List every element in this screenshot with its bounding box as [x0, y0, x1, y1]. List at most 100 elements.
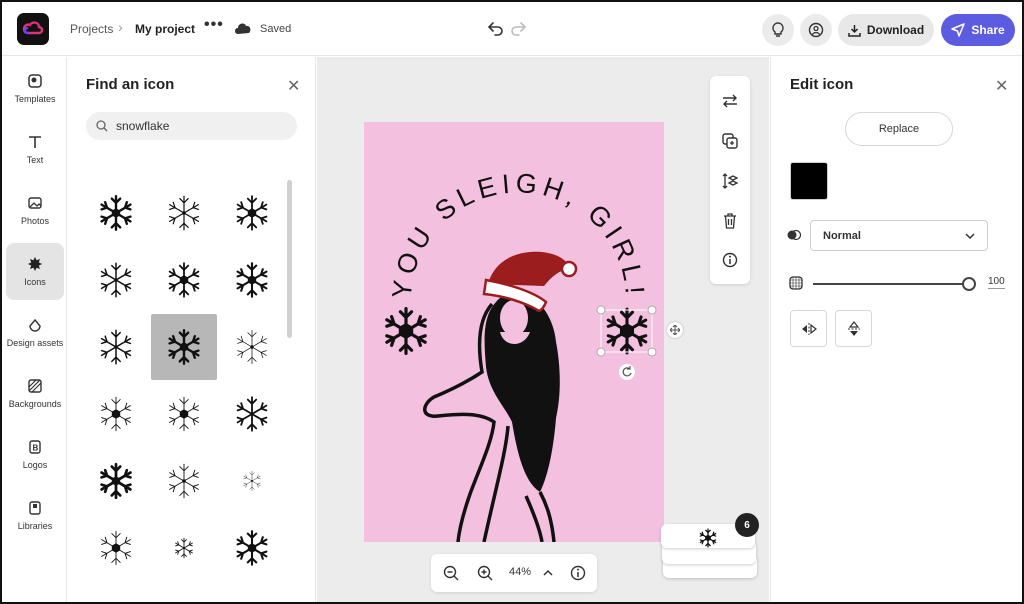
logos-icon: B	[29, 440, 41, 454]
snowflake-result-icon[interactable]	[83, 515, 149, 581]
snowflake-result-icon[interactable]	[219, 314, 285, 380]
lightbulb-button[interactable]	[762, 14, 794, 46]
snowflake-result-icon[interactable]	[219, 247, 285, 313]
opacity-icon	[789, 276, 803, 290]
flip-vertical-button[interactable]	[835, 310, 872, 347]
rail-item-photos[interactable]: Photos	[6, 182, 64, 239]
download-label: Download	[866, 23, 925, 37]
delete-button[interactable]	[720, 211, 740, 231]
arrange-layers-icon	[722, 173, 738, 189]
rail-label: Text	[26, 155, 44, 165]
resize-handle[interactable]	[596, 305, 606, 315]
lightbulb-icon	[772, 22, 784, 37]
send-icon	[951, 23, 966, 37]
resize-handle[interactable]	[647, 347, 657, 357]
rail-item-logos[interactable]: B Logos	[6, 426, 64, 483]
info-icon	[570, 565, 586, 581]
zoom-level[interactable]: 44%	[509, 566, 531, 578]
search-input[interactable]: snowflake	[116, 119, 169, 133]
edit-icon-panel: Edit icon ✕ Replace Normal 100	[770, 57, 1022, 602]
snowflake-result-icon[interactable]	[219, 448, 285, 514]
panel-title: Edit icon	[790, 76, 854, 93]
zoom-in-button[interactable]	[476, 564, 494, 582]
rail-label: Logos	[22, 460, 48, 470]
download-button[interactable]: Download	[838, 14, 934, 46]
snowflake-result-icon[interactable]	[83, 381, 149, 447]
chevron-down-icon	[965, 232, 975, 239]
opacity-slider-thumb[interactable]	[962, 277, 976, 291]
snowflake-result-icon[interactable]	[219, 180, 285, 246]
zoom-in-icon	[477, 565, 493, 581]
zoom-out-icon	[443, 565, 459, 581]
flip-horizontal-button[interactable]	[790, 310, 827, 347]
zoom-info-button[interactable]	[569, 564, 587, 582]
chevron-right-icon: ›	[118, 19, 123, 35]
libraries-icon	[29, 501, 41, 515]
snowflake-result-icon[interactable]	[219, 515, 285, 581]
snowflake-result-icon[interactable]	[83, 448, 149, 514]
snowflake-result-icon[interactable]	[83, 247, 149, 313]
rail-item-templates[interactable]: Templates	[6, 60, 64, 117]
close-icon[interactable]: ✕	[995, 76, 1008, 96]
rail-label: Libraries	[17, 521, 53, 531]
snowflake-result-icon[interactable]	[151, 515, 217, 581]
panel-title: Find an icon	[86, 76, 175, 93]
duplicate-button[interactable]	[720, 131, 740, 151]
snowflake-result-icon[interactable]	[151, 314, 217, 380]
creative-cloud-logo[interactable]	[17, 13, 49, 45]
blend-mode-select[interactable]: Normal	[810, 220, 988, 251]
opacity-value[interactable]: 100	[988, 276, 1005, 289]
snowflake-result-icon[interactable]	[83, 180, 149, 246]
swap-button[interactable]	[720, 91, 740, 111]
resize-handle[interactable]	[596, 347, 606, 357]
artboard[interactable]: YOU SLEIGH, GIRL!	[364, 122, 664, 542]
breadcrumb-projects[interactable]: Projects	[70, 22, 113, 36]
rail-item-libraries[interactable]: Libraries	[6, 487, 64, 544]
zoom-out-button[interactable]	[442, 564, 460, 582]
snowflake-result-icon[interactable]	[151, 448, 217, 514]
search-field[interactable]: snowflake	[86, 112, 297, 140]
rail-label: Icons	[24, 277, 46, 287]
page-count-badge: 6	[735, 513, 759, 537]
app-window: Projects › My project ••• Saved Download…	[0, 0, 1024, 604]
duplicate-icon	[722, 133, 738, 149]
project-name[interactable]: My project	[135, 22, 195, 36]
trash-icon	[724, 213, 736, 229]
snowflake-result-icon[interactable]	[219, 381, 285, 447]
blend-mode-icon	[787, 229, 801, 241]
design-assets-icon	[29, 318, 41, 332]
zoom-menu-button[interactable]	[539, 564, 557, 582]
share-label: Share	[971, 23, 1005, 37]
redo-icon[interactable]	[510, 20, 526, 36]
scrollbar[interactable]	[287, 180, 292, 338]
replace-button[interactable]: Replace	[845, 112, 953, 146]
snowflake-result-icon[interactable]	[83, 314, 149, 380]
info-button[interactable]	[720, 250, 740, 270]
fill-color-swatch[interactable]	[790, 162, 828, 200]
rail-item-design-assets[interactable]: Design assets	[6, 304, 64, 361]
more-options-button[interactable]: •••	[204, 16, 224, 34]
icons-icon	[28, 257, 42, 271]
rotate-handle[interactable]	[619, 364, 635, 380]
photos-icon	[28, 197, 42, 209]
rail-label: Photos	[20, 216, 50, 226]
arrange-button[interactable]	[720, 171, 740, 191]
rail-label: Backgrounds	[8, 399, 62, 409]
snowflake-result-icon[interactable]	[151, 381, 217, 447]
rail-item-backgrounds[interactable]: Backgrounds	[6, 365, 64, 422]
snowflake-icon[interactable]	[385, 307, 427, 355]
invite-button[interactable]	[800, 14, 832, 46]
search-icon	[96, 120, 108, 132]
share-button[interactable]: Share	[941, 14, 1015, 46]
resize-handle[interactable]	[647, 305, 657, 315]
rail-item-icons[interactable]: Icons	[6, 243, 64, 300]
opacity-slider-track[interactable]	[813, 283, 969, 285]
text-icon	[29, 136, 41, 148]
undo-icon[interactable]	[488, 20, 504, 36]
selected-snowflake-icon[interactable]	[606, 307, 648, 355]
snowflake-result-icon[interactable]	[151, 247, 217, 313]
snowflake-result-icon[interactable]	[151, 180, 217, 246]
rail-item-text[interactable]: Text	[6, 121, 64, 178]
move-handle[interactable]	[667, 322, 683, 338]
close-icon[interactable]: ✕	[287, 76, 300, 96]
